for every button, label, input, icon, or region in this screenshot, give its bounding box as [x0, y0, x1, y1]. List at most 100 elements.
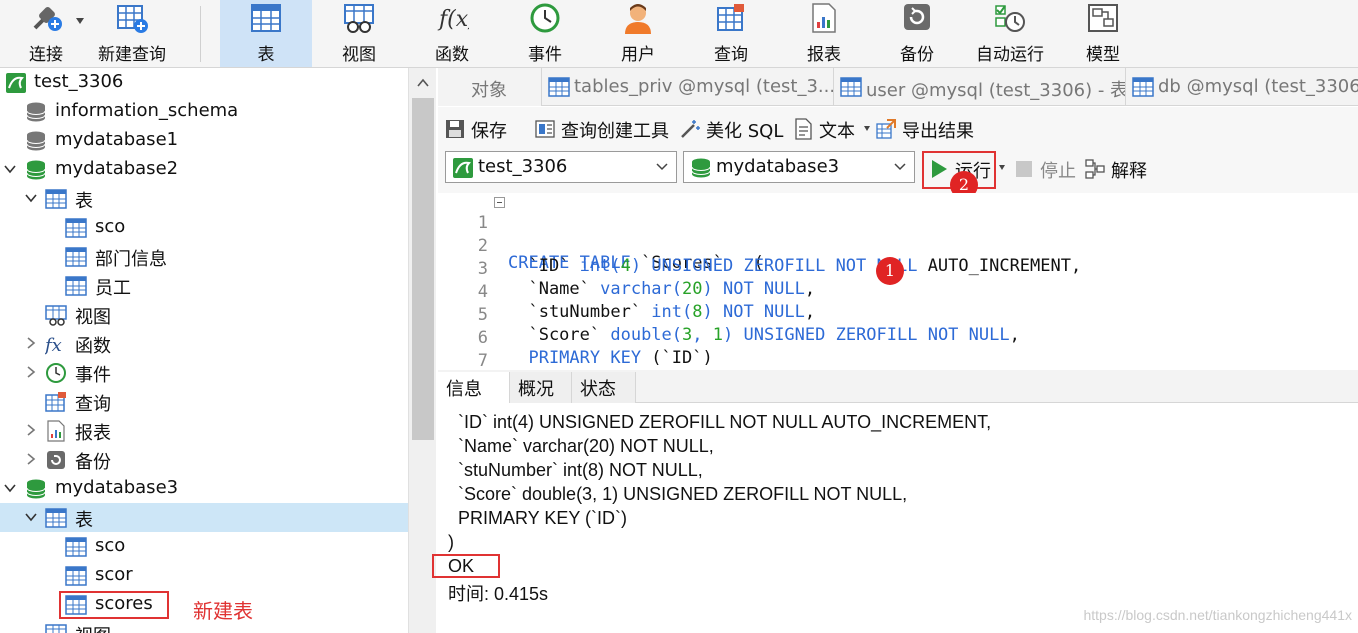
toolbar-label: 备份	[900, 45, 934, 65]
tree-node-events-folder[interactable]: 事件	[0, 358, 408, 387]
save-label: 保存	[471, 121, 507, 142]
tree-node-label: mydatabase3	[55, 477, 179, 498]
new-query-button[interactable]: 新建查询	[86, 0, 178, 67]
table-button[interactable]: 表	[220, 0, 312, 67]
connect-button[interactable]: 连接	[0, 0, 92, 67]
tree-node-database[interactable]: information_schema	[0, 97, 408, 126]
scrollbar-thumb[interactable]	[412, 98, 434, 440]
save-button[interactable]: 保存	[444, 115, 524, 143]
explain-icon	[1085, 159, 1105, 179]
tree-node-backups-folder[interactable]: 备份	[0, 445, 408, 474]
backup-icon	[904, 4, 930, 30]
query-builder-label: 查询创建工具	[561, 121, 669, 142]
save-icon	[446, 120, 464, 138]
chevron-down-icon[interactable]	[656, 163, 668, 171]
code-line: 1 CREATE TABLE `Scores` (	[438, 193, 764, 273]
tab-profile[interactable]: 概况	[510, 372, 572, 403]
tree-node-table[interactable]: 部门信息	[0, 242, 408, 271]
explain-button[interactable]: 解释	[1084, 155, 1164, 183]
tree-node-table[interactable]: sco	[0, 213, 408, 242]
beautify-sql-button[interactable]: 美化 SQL	[679, 115, 785, 143]
function-button[interactable]: f(x) 函数	[406, 0, 498, 67]
tree-node-views-folder[interactable]: 视图	[0, 300, 408, 329]
sql-keyword: NOT NULL	[722, 279, 805, 299]
query-builder-button[interactable]: 查询创建工具	[534, 115, 674, 143]
chevron-down-icon[interactable]	[894, 163, 906, 171]
model-button[interactable]: 模型	[1057, 0, 1149, 67]
result-tabs: 信息 概况 状态	[438, 370, 1358, 403]
toolbar-label: 报表	[807, 45, 841, 65]
user-button[interactable]: 用户	[592, 0, 684, 67]
editor-tabs: 对象 tables_priv @mysql (test_3... user @m…	[438, 68, 1358, 106]
tree-node-label: 函数	[75, 336, 111, 357]
tab-db[interactable]: db @mysql (test_3306)	[1126, 68, 1358, 106]
tree-node-tables-folder[interactable]: 表	[0, 184, 408, 213]
sql-text: AUTO_INCREMENT,	[917, 256, 1082, 276]
sql-editor[interactable]: 1 CREATE TABLE `Scores` ( 2 `ID` int(4) …	[438, 193, 1358, 391]
sql-text: `stuNumber`	[508, 302, 652, 322]
elapsed-time: 时间: 0.415s	[448, 584, 549, 604]
chevron-down-icon[interactable]	[76, 18, 84, 24]
code-line: 3 `Name` varchar(20) NOT NULL,	[438, 239, 815, 299]
tree-node-table[interactable]: sco	[0, 532, 408, 561]
watermark: https://blog.csdn.net/tiankongzhicheng44…	[1083, 607, 1352, 623]
tree-node-tables-folder[interactable]: 表	[0, 503, 408, 532]
tab-tables-priv[interactable]: tables_priv @mysql (test_3...	[542, 68, 834, 106]
tree-node-reports-folder[interactable]: 报表	[0, 416, 408, 445]
explain-label: 解释	[1111, 161, 1147, 182]
sql-text: `Name`	[508, 279, 601, 299]
tree-node-connection[interactable]: test_3306	[0, 68, 408, 97]
export-results-button[interactable]: 导出结果	[875, 115, 985, 143]
chevron-right-icon[interactable]	[25, 337, 37, 349]
code-line: 2 `ID` int(4) UNSIGNED ZEROFILL NOT NULL…	[438, 216, 1081, 276]
chevron-right-icon[interactable]	[25, 424, 37, 436]
chevron-down-icon[interactable]	[25, 192, 37, 204]
view-button[interactable]: 视图	[313, 0, 405, 67]
chevron-right-icon[interactable]	[25, 366, 37, 378]
tree-node-database[interactable]: mydatabase1	[0, 126, 408, 155]
connection-select[interactable]: test_3306	[445, 151, 677, 183]
chevron-down-icon[interactable]	[999, 165, 1005, 170]
chevron-down-icon[interactable]	[4, 163, 16, 175]
chevron-down-icon[interactable]	[864, 126, 870, 131]
tree-node-database[interactable]: mydatabase3	[0, 474, 408, 503]
tab-user[interactable]: user @mysql (test_3306) - 表	[834, 68, 1126, 106]
tree-scrollbar[interactable]	[408, 68, 436, 633]
schedule-button[interactable]: 自动运行	[964, 0, 1056, 67]
code-text: PRIMARY KEY (`ID`)	[508, 348, 712, 368]
tree-node-database[interactable]: mydatabase2	[0, 155, 408, 184]
tree-node-queries-folder[interactable]: 查询	[0, 387, 408, 416]
tree-node-label: information_schema	[55, 100, 239, 121]
table-icon	[45, 189, 67, 209]
chevron-down-icon[interactable]	[25, 511, 37, 523]
tree-node-functions-folder[interactable]: fx 函数	[0, 329, 408, 358]
tree-node-table[interactable]: scor	[0, 561, 408, 590]
stop-button[interactable]: 停止	[1013, 155, 1077, 183]
tree-node-label: scor	[95, 564, 133, 585]
tab-objects[interactable]: 对象	[438, 68, 542, 106]
chevron-right-icon[interactable]	[25, 453, 37, 465]
tree-node-label: sco	[95, 535, 126, 556]
code-text: `Score` double(3, 1) UNSIGNED ZEROFILL N…	[508, 325, 1019, 345]
code-text: `Name` varchar(20) NOT NULL,	[508, 279, 815, 299]
chevron-down-icon[interactable]	[4, 482, 16, 494]
query-icon	[45, 392, 66, 412]
play-icon	[932, 160, 947, 178]
tab-info[interactable]: 信息	[438, 372, 510, 403]
query-button[interactable]: 查询	[685, 0, 777, 67]
sql-keyword: int(	[651, 302, 693, 322]
tree-node-label: 员工	[95, 278, 131, 299]
table-icon	[65, 566, 87, 586]
text-button[interactable]: 文本	[792, 115, 872, 143]
tab-status[interactable]: 状态	[572, 372, 636, 403]
toolbar-label: 模型	[1086, 45, 1120, 65]
event-button[interactable]: 事件	[499, 0, 591, 67]
tree-node-table[interactable]: 员工	[0, 271, 408, 300]
tree-node-label: 视图	[75, 307, 111, 328]
report-button[interactable]: 报表	[778, 0, 870, 67]
fold-toggle-icon[interactable]	[494, 197, 505, 208]
backup-button[interactable]: 备份	[871, 0, 963, 67]
sql-keyword: )	[702, 279, 723, 299]
scroll-up-icon[interactable]	[417, 78, 429, 88]
database-select[interactable]: mydatabase3	[683, 151, 915, 183]
